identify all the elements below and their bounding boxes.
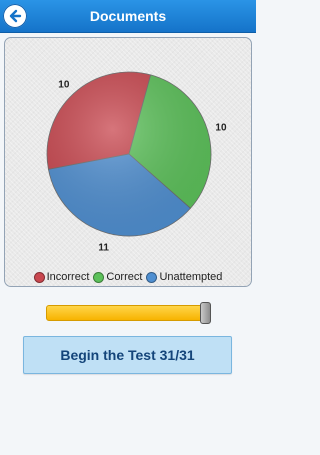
pie-label-incorrect: 10: [58, 79, 70, 90]
legend-swatch: [93, 271, 105, 283]
question-count-slider[interactable]: [46, 305, 208, 321]
legend-swatch: [33, 271, 45, 283]
page-title: Documents: [89, 8, 167, 24]
app-header: Documents: [0, 0, 256, 33]
legend-item-unattempted: Unattempted: [146, 271, 222, 283]
legend-swatch: [146, 271, 158, 283]
legend-item-incorrect: Incorrect: [33, 271, 90, 283]
legend-label: Incorrect: [46, 271, 90, 283]
slider-thumb[interactable]: [200, 302, 211, 324]
legend-label: Correct: [106, 271, 143, 283]
chart-legend: Incorrect Correct Unattempted: [5, 271, 251, 283]
pie-chart: 10 10 11: [46, 71, 227, 254]
pie-label-correct: 10: [215, 123, 227, 134]
pie-label-unattempted: 11: [98, 243, 109, 254]
pie-shading: [47, 72, 211, 236]
results-chart-panel: 10 10 11 Incorrect Correct Unattempted: [4, 37, 252, 287]
legend-label: Unattempted: [159, 271, 223, 283]
legend-item-correct: Correct: [93, 271, 142, 283]
begin-test-button[interactable]: Begin the Test 31/31: [23, 336, 232, 374]
